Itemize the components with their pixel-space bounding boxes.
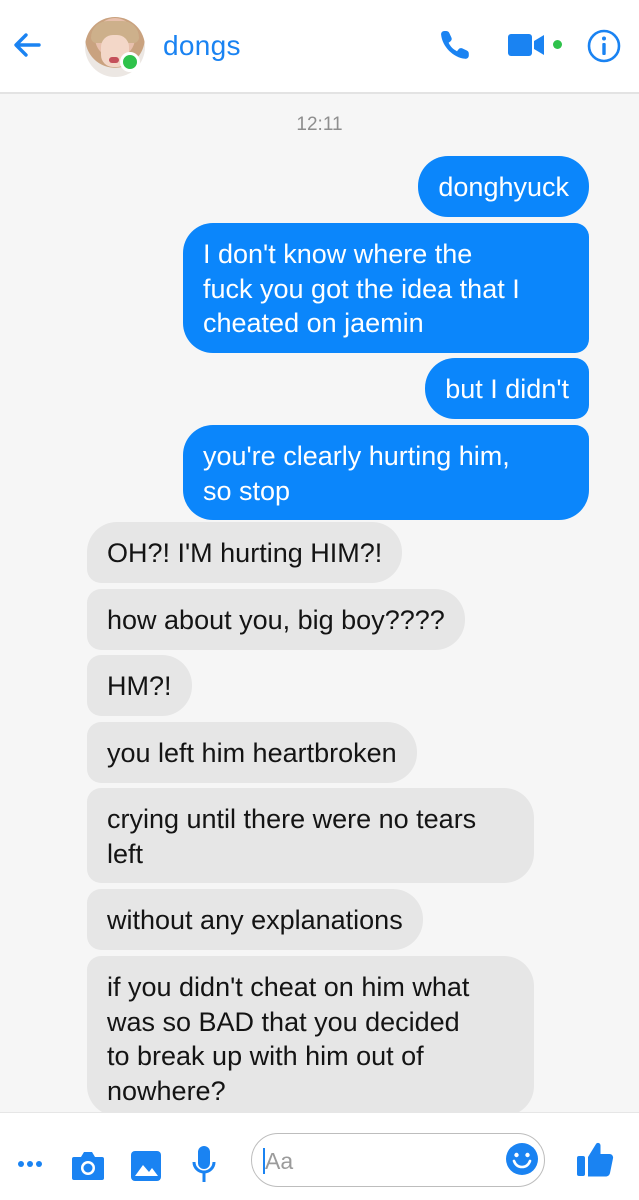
online-status-indicator: [120, 52, 140, 72]
message-input[interactable]: [265, 1146, 485, 1176]
incoming-message[interactable]: crying until there were no tears left: [87, 788, 534, 883]
video-active-dot: [553, 40, 562, 49]
chat-header: dongs: [0, 0, 639, 94]
info-icon[interactable]: [587, 29, 621, 63]
incoming-message[interactable]: without any explanations: [87, 889, 423, 950]
incoming-message[interactable]: if you didn't cheat on him what was so B…: [87, 956, 534, 1116]
microphone-icon[interactable]: [192, 1146, 216, 1184]
video-call-icon[interactable]: [508, 32, 544, 58]
incoming-message[interactable]: OH?! I'M hurting HIM?!: [87, 522, 403, 583]
outgoing-message[interactable]: you're clearly hurting him, so stop: [183, 425, 589, 520]
gallery-icon[interactable]: [131, 1151, 161, 1181]
incoming-message[interactable]: how about you, big boy????: [87, 589, 465, 650]
message-composer: [0, 1112, 639, 1200]
incoming-message[interactable]: you left him heartbroken: [87, 722, 417, 783]
avatar-mouth: [109, 57, 119, 63]
thumbs-up-icon[interactable]: [575, 1140, 615, 1180]
message-input-container[interactable]: [251, 1133, 545, 1187]
message-timestamp: 12:11: [296, 114, 343, 135]
camera-icon[interactable]: [71, 1151, 105, 1181]
conversation-title[interactable]: dongs: [163, 30, 241, 62]
back-arrow-icon[interactable]: [10, 28, 44, 62]
outgoing-message[interactable]: donghyuck: [418, 156, 589, 217]
outgoing-message[interactable]: I don't know where the fuck you got the …: [183, 223, 589, 353]
more-icon[interactable]: [17, 1160, 43, 1168]
phone-icon[interactable]: [438, 28, 472, 62]
incoming-message[interactable]: HM?!: [87, 655, 192, 716]
emoji-icon[interactable]: [505, 1142, 539, 1176]
outgoing-message[interactable]: but I didn't: [425, 358, 589, 419]
